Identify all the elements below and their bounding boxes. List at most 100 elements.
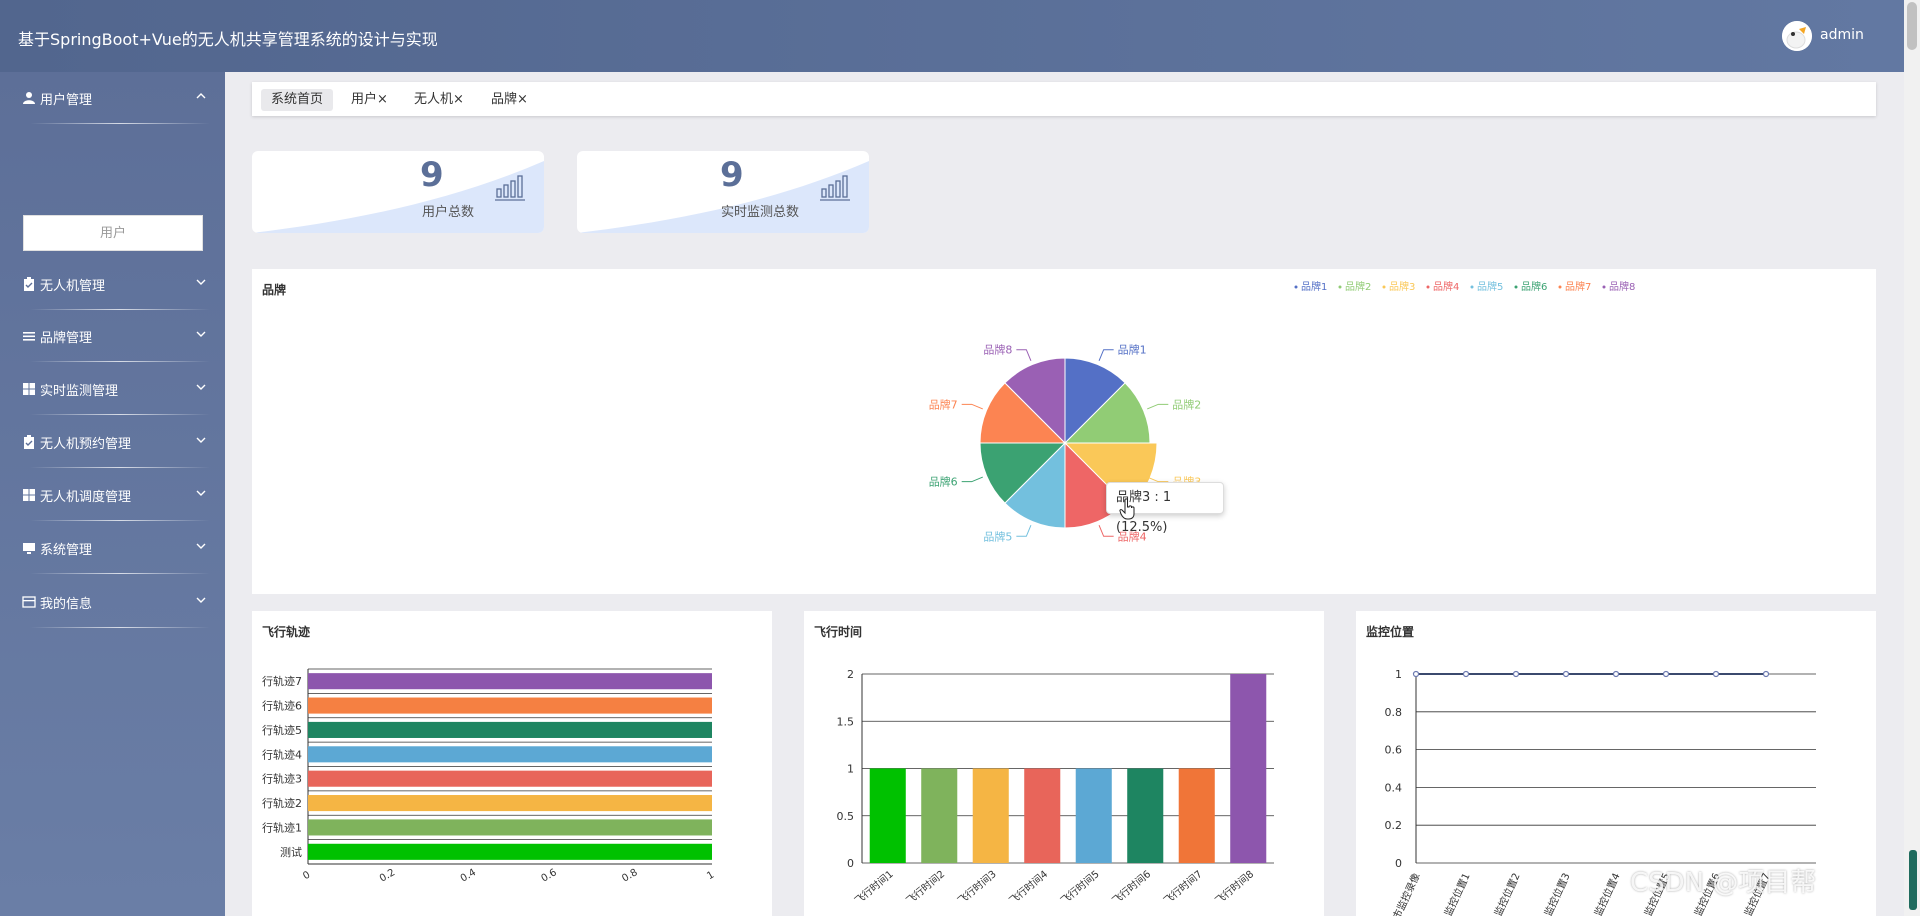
- category-label: 行轨迹5: [262, 723, 302, 737]
- sidebar-item-label: 无人机管理: [40, 279, 106, 294]
- sidebar-item-drone-management[interactable]: 无人机管理: [0, 258, 225, 310]
- legend-marker: [1514, 285, 1518, 289]
- legend-label: 品牌1: [1301, 280, 1327, 293]
- avatar[interactable]: [1782, 21, 1812, 51]
- legend-label: 品牌2: [1345, 280, 1371, 293]
- data-point: [1762, 670, 1770, 678]
- sidebar-item-user-management[interactable]: 用户管理: [0, 72, 225, 124]
- category-label: 飞行时间7: [1161, 867, 1205, 907]
- tick-label: 0.2: [1385, 819, 1403, 832]
- chevron-down-icon: [196, 331, 206, 337]
- pie-label-line: [1016, 349, 1032, 361]
- legend-label: 品牌7: [1565, 280, 1591, 293]
- tick-label: 0.5: [837, 810, 855, 823]
- watermark: CSDN @项目帮: [1630, 868, 1817, 898]
- bar: [1024, 768, 1061, 863]
- legend-marker: [1338, 285, 1342, 289]
- pie-label-line: [1016, 525, 1032, 537]
- menu-divider: [30, 627, 210, 628]
- tab-brand[interactable]: 品牌×: [481, 89, 538, 111]
- pie-label-line: [1098, 525, 1114, 537]
- brand-pie-chart[interactable]: 品牌1品牌2品牌3品牌4品牌5品牌6品牌7品牌8品牌1品牌2品牌3品牌4品牌5品…: [252, 269, 1876, 594]
- sidebar-item-brand-management[interactable]: 品牌管理: [0, 310, 225, 362]
- category-label: 市监控录像: [1390, 871, 1423, 916]
- tick-label: 0.4: [459, 867, 478, 884]
- tab-user[interactable]: 用户×: [341, 89, 398, 111]
- brand-chart-panel: 品牌 品牌1品牌2品牌3品牌4品牌5品牌6品牌7品牌8品牌1品牌2品牌3品牌4品…: [252, 269, 1876, 594]
- bar: [308, 843, 712, 860]
- user-icon: [23, 92, 35, 104]
- page-scrollbar[interactable]: [1904, 0, 1920, 916]
- tab-drone[interactable]: 无人机×: [404, 89, 474, 111]
- scrollbar-thumb[interactable]: [1907, 2, 1917, 50]
- sidebar-item-reservation-management[interactable]: 无人机预约管理: [0, 416, 225, 468]
- username[interactable]: admin: [1820, 27, 1864, 43]
- category-label: 行轨迹4: [262, 747, 302, 761]
- data-point: [1562, 670, 1570, 678]
- pie-label: 品牌2: [1172, 397, 1201, 411]
- bar: [308, 746, 712, 763]
- category-label: 监控位置4: [1591, 871, 1622, 916]
- legend-label: 品牌8: [1609, 280, 1635, 293]
- chevron-down-icon: [196, 597, 206, 603]
- legend-marker: [1558, 285, 1562, 289]
- hand-cursor-icon: [1119, 498, 1135, 520]
- tab-home[interactable]: 系统首页: [261, 89, 334, 111]
- bar: [1230, 674, 1267, 863]
- category-label: 监控位置3: [1541, 871, 1572, 916]
- bar: [308, 697, 712, 714]
- pie-label: 品牌6: [929, 475, 958, 489]
- legend-label: 品牌3: [1389, 280, 1415, 293]
- menu-divider: [30, 414, 210, 415]
- bar: [308, 673, 712, 690]
- category-label: 飞行时间6: [1109, 867, 1153, 907]
- sidebar-item-label: 用户管理: [40, 93, 93, 108]
- bar: [921, 768, 958, 863]
- category-label: 行轨迹7: [262, 674, 302, 688]
- tick-label: 1: [705, 869, 716, 882]
- track-bar-chart[interactable]: 测试 行轨迹1 行轨迹2 行轨迹3 行轨迹4 行轨迹5 行轨迹6 行轨迹7 0 0.2 0.4 0.6…: [252, 611, 772, 916]
- tick-label: 2: [847, 668, 854, 681]
- legend-label: 品牌5: [1477, 280, 1503, 293]
- tick-label: 1.5: [837, 715, 855, 728]
- stat-card-monitoring: 9 实时监测总数: [577, 151, 869, 233]
- legend-marker: [1602, 285, 1606, 289]
- sidebar-item-monitoring-management[interactable]: 实时监测管理: [0, 363, 225, 415]
- pie-label: 品牌5: [983, 529, 1012, 543]
- pie-label: 品牌1: [1118, 343, 1147, 357]
- legend-marker: [1382, 285, 1386, 289]
- sidebar-item-my-info[interactable]: 我的信息: [0, 576, 225, 628]
- bar: [972, 768, 1009, 863]
- tick-label: 1: [847, 763, 854, 776]
- chevron-down-icon: [196, 384, 206, 390]
- tick-label: 0.8: [1385, 706, 1403, 719]
- clipboard-icon: [24, 435, 34, 449]
- avatar-icon: [1782, 21, 1812, 51]
- app-header: 基于SpringBoot+Vue的无人机共享管理系统的设计与实现 admin: [0, 0, 1904, 72]
- category-label: 监控位置2: [1491, 871, 1522, 916]
- chevron-down-icon: [196, 490, 206, 496]
- category-label: 飞行时间5: [1058, 867, 1102, 907]
- legend-marker: [1470, 285, 1474, 289]
- data-point: [1412, 670, 1420, 678]
- category-label: 飞行时间8: [1212, 867, 1256, 907]
- pie-label-line: [1147, 403, 1169, 410]
- time-bar-chart[interactable]: 00.511.52飞行时间1 飞行时间2 飞行时间3 飞行时间4 飞行时间5 飞行时间6 飞…: [804, 611, 1324, 916]
- bar: [1178, 768, 1215, 863]
- legend-label: 品牌4: [1433, 280, 1459, 293]
- track-chart-panel: 飞行轨迹 测试 行轨迹1 行轨迹2 行轨迹3 行轨迹4 行轨迹5 行轨迹6 行轨迹7 0 0.2 0…: [252, 611, 772, 916]
- chevron-down-icon: [196, 279, 206, 285]
- tick-label: 0.8: [620, 867, 639, 884]
- category-label: 测试: [280, 846, 302, 859]
- category-label: 飞行时间3: [955, 867, 999, 907]
- menu-divider: [30, 123, 210, 124]
- list-icon: [23, 332, 35, 341]
- sidebar-item-system-management[interactable]: 系统管理: [0, 522, 225, 574]
- bar: [308, 721, 712, 738]
- sidebar: 用户管理 用户 无人机管理 品牌管理 实时监测管理 无人机预约管理 无人机调度管…: [0, 72, 225, 916]
- clipboard-icon: [24, 277, 34, 291]
- data-point: [1462, 670, 1470, 678]
- sidebar-subitem-user[interactable]: 用户: [23, 215, 203, 251]
- sidebar-item-dispatch-management[interactable]: 无人机调度管理: [0, 469, 225, 521]
- tick-label: 0.6: [540, 867, 559, 884]
